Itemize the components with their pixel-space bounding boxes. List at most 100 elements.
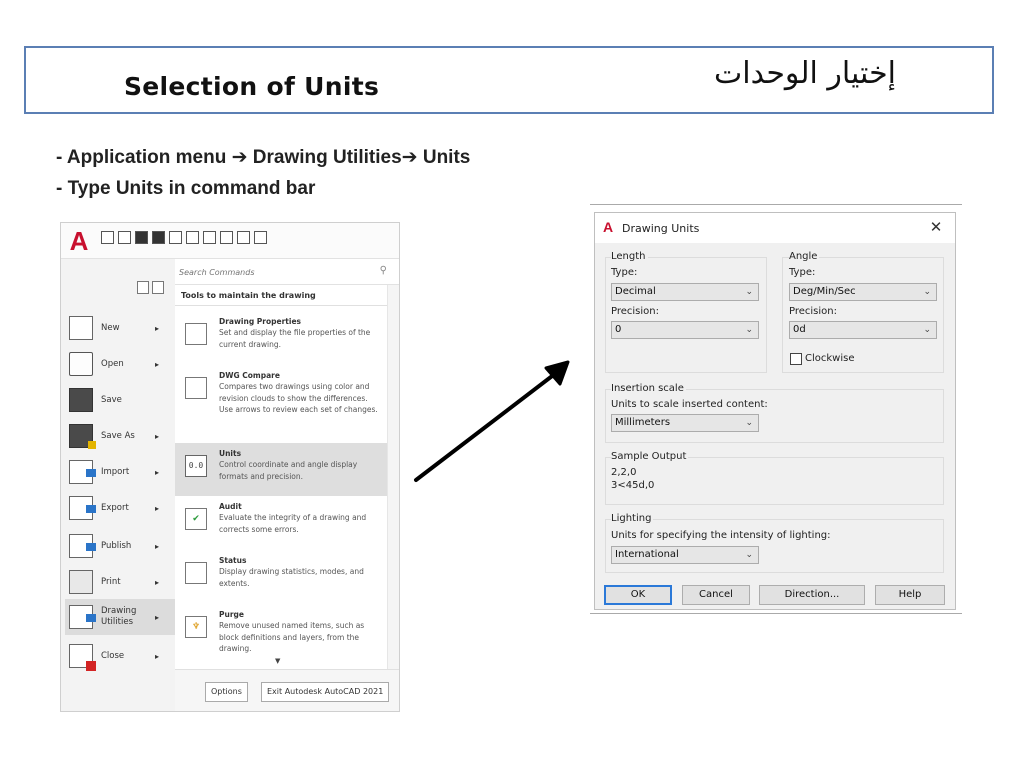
chevron-right-icon: ▸	[155, 612, 160, 622]
menu-item-label: Save	[101, 394, 122, 405]
new-icon[interactable]	[101, 231, 114, 244]
tool-description: Control coordinate and angle display for…	[219, 460, 358, 481]
menu-item-drawing-utilities[interactable]: Drawing Utilities ▸	[65, 599, 175, 635]
drawing-properties-icon	[185, 323, 207, 345]
save-icon[interactable]	[135, 231, 148, 244]
right-arrow-icon: ➔	[231, 146, 248, 168]
tool-status[interactable]: Status Display drawing statistics, modes…	[175, 550, 387, 595]
share-icon[interactable]	[186, 231, 199, 244]
tool-description: Evaluate the integrity of a drawing and …	[219, 513, 367, 534]
menu-item-label: Import	[101, 466, 130, 477]
open-icon[interactable]	[118, 231, 131, 244]
chevron-down-icon: ⌄	[923, 325, 931, 335]
autocad-logo-icon[interactable]: A	[66, 227, 92, 255]
close-file-icon	[69, 644, 96, 671]
chevron-right-icon: ▸	[155, 323, 160, 333]
open-documents-icon[interactable]	[152, 281, 164, 294]
menu-item-new[interactable]: New ▸	[69, 311, 173, 345]
units-icon: 0.0	[185, 455, 207, 477]
menu-footer: Options Exit Autodesk AutoCAD 2021	[175, 669, 399, 711]
bullet1-part-a: - Application menu	[56, 147, 232, 168]
plot-icon[interactable]	[169, 231, 182, 244]
drawing-utilities-icon	[69, 605, 96, 629]
tool-description: Set and display the file properties of t…	[219, 328, 371, 349]
menu-item-save-as[interactable]: Save As ▸	[69, 419, 173, 453]
tools-heading: Tools to maintain the drawing	[181, 291, 316, 300]
menu-item-import[interactable]: Import ▸	[69, 455, 173, 489]
search-icon[interactable]: ⚲	[380, 265, 387, 276]
import-icon	[69, 460, 96, 484]
tool-dwg-compare[interactable]: DWG Compare Compares two drawings using …	[175, 365, 387, 422]
menu-item-print[interactable]: Print ▸	[69, 565, 173, 599]
help-button[interactable]: Help	[875, 585, 945, 605]
print-icon[interactable]	[203, 231, 216, 244]
menu-item-export[interactable]: Export ▸	[69, 491, 173, 525]
tool-audit[interactable]: ✔ Audit Evaluate the integrity of a draw…	[175, 496, 387, 541]
insertion-scale-select[interactable]: Millimeters ⌄	[611, 414, 759, 432]
length-precision-value: 0	[615, 324, 622, 335]
menu-item-publish[interactable]: Publish ▸	[69, 529, 173, 563]
chevron-right-icon: ▸	[155, 467, 160, 477]
scrollbar[interactable]	[387, 285, 399, 689]
lighting-select[interactable]: International ⌄	[611, 546, 759, 564]
lighting-label: Units for specifying the intensity of li…	[611, 530, 831, 541]
insertion-scale-group-label: Insertion scale	[611, 383, 686, 394]
instructions: - Application menu ➔ Drawing Utilities➔ …	[56, 142, 470, 204]
options-button[interactable]: Options	[205, 682, 248, 702]
tool-drawing-properties[interactable]: Drawing Properties Set and display the f…	[175, 311, 387, 356]
angle-type-select[interactable]: Deg/Min/Sec ⌄	[789, 283, 937, 301]
length-precision-select[interactable]: 0 ⌄	[611, 321, 759, 339]
quick-access-icons	[101, 231, 267, 244]
lighting-group-label: Lighting	[611, 513, 654, 524]
angle-precision-select[interactable]: 0d ⌄	[789, 321, 937, 339]
exit-autocad-button[interactable]: Exit Autodesk AutoCAD 2021	[261, 682, 390, 702]
length-type-label: Type:	[611, 267, 638, 278]
lighting-value: International	[615, 549, 679, 560]
close-icon[interactable]: ✕	[927, 218, 945, 236]
purge-broom-icon: ♆	[185, 616, 207, 638]
insertion-scale-value: Millimeters	[615, 417, 671, 428]
right-arrow-icon: ➔	[401, 146, 418, 168]
cancel-button[interactable]: Cancel	[682, 585, 750, 605]
chevron-down-icon: ⌄	[745, 325, 753, 335]
divider	[175, 305, 387, 306]
angle-type-value: Deg/Min/Sec	[793, 286, 856, 297]
search-commands-input[interactable]	[179, 265, 369, 279]
audit-check-icon: ✔	[185, 508, 207, 530]
menu-item-label: Export	[101, 502, 129, 513]
new-file-icon	[69, 316, 93, 340]
menu-left-pane: New ▸ Open ▸ Save Save As ▸ Import ▸ Exp…	[61, 259, 175, 711]
customize-icon[interactable]	[254, 231, 267, 244]
slide-title-english: Selection of Units	[124, 72, 380, 101]
length-type-value: Decimal	[615, 286, 656, 297]
direction-button[interactable]: Direction...	[759, 585, 865, 605]
drawing-units-dialog: A Drawing Units ✕ Length Type: Decimal ⌄…	[594, 212, 956, 610]
tool-name: Purge	[219, 610, 244, 619]
length-type-select[interactable]: Decimal ⌄	[611, 283, 759, 301]
angle-type-label: Type:	[789, 267, 816, 278]
save-as-icon[interactable]	[152, 231, 165, 244]
clockwise-checkbox[interactable]	[790, 353, 802, 365]
tool-units[interactable]: 0.0 Units Control coordinate and angle d…	[175, 443, 387, 496]
recent-documents-icon[interactable]	[137, 281, 149, 294]
redo-icon[interactable]	[237, 231, 250, 244]
length-precision-label: Precision:	[611, 306, 659, 317]
menu-item-open[interactable]: Open ▸	[69, 347, 173, 381]
menu-item-label: Drawing Utilities	[101, 606, 137, 627]
undo-icon[interactable]	[220, 231, 233, 244]
dwg-compare-icon	[185, 377, 207, 399]
print-icon	[69, 570, 93, 594]
length-group-label: Length	[611, 251, 648, 262]
clockwise-label: Clockwise	[805, 353, 855, 364]
tool-description: Display drawing statistics, modes, and e…	[219, 567, 364, 588]
chevron-down-icon: ⌄	[745, 287, 753, 297]
angle-group-label: Angle	[789, 251, 820, 262]
tool-name: Status	[219, 556, 247, 565]
chevron-right-icon: ▸	[155, 359, 160, 369]
ok-button[interactable]: OK	[604, 585, 672, 605]
menu-item-save[interactable]: Save	[69, 383, 173, 417]
menu-item-close[interactable]: Close ▸	[69, 639, 173, 673]
scroll-down-icon[interactable]: ▼	[275, 657, 280, 665]
instruction-line-2: - Type Units in command bar	[56, 178, 316, 199]
tool-purge[interactable]: ♆ Purge Remove unused named items, such …	[175, 604, 387, 661]
